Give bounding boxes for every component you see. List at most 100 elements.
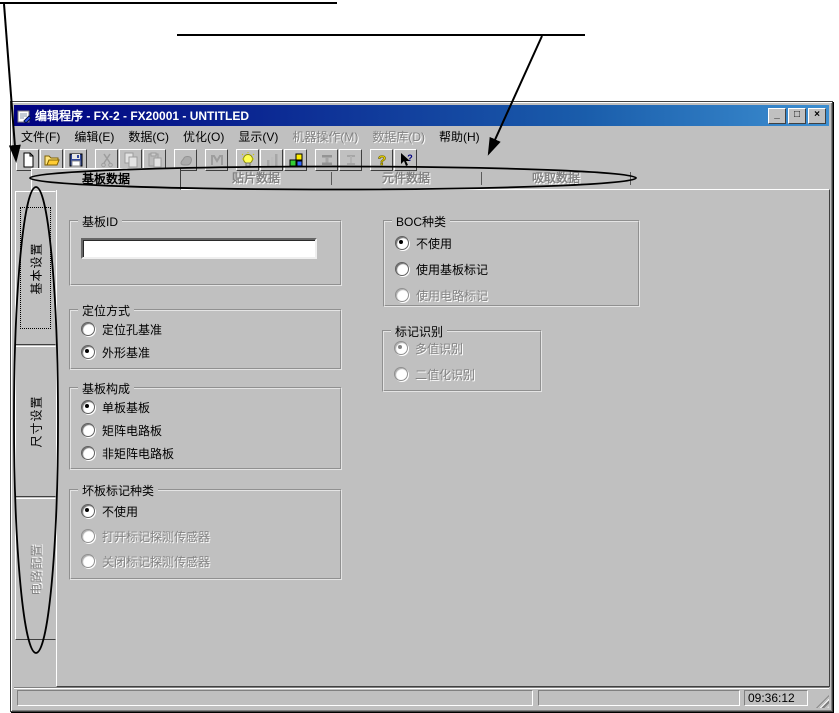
tab-pickup-data: 吸取数据 <box>481 168 631 190</box>
new-document-icon <box>23 152 33 167</box>
status-message-panel <box>17 690 533 706</box>
radio-use-board-mark[interactable]: 使用基板标记 <box>395 261 488 277</box>
minimize-button[interactable]: _ <box>768 107 786 124</box>
copy-icon <box>124 152 137 167</box>
save-icon <box>69 153 82 166</box>
radio-icon <box>81 423 95 437</box>
radio-icon <box>394 367 408 381</box>
radio-icon <box>81 504 95 518</box>
status-clock-panel: 09:36:12 <box>744 690 808 706</box>
screenshot-root: { "colors": { "chrome": "#c0c0c0", "titl… <box>0 0 839 713</box>
download-icon <box>179 155 192 166</box>
board-id-group-label: 基板ID <box>78 213 123 230</box>
side-tab-circuit-config: 电路配置 <box>15 498 56 640</box>
tab-board-data[interactable]: 基板数据 <box>31 168 181 190</box>
radio-label: 关闭标记探测传感器 <box>102 554 211 569</box>
cut-icon <box>100 153 113 167</box>
radio-icon <box>81 446 95 460</box>
context-help-icon: ? <box>400 152 413 166</box>
radio-icon <box>81 554 95 568</box>
window-title: 编辑程序 - FX-2 - FX20001 - UNTITLED <box>35 109 250 123</box>
tab-component-data: 元件数据 <box>331 168 481 190</box>
positioning-group-label: 定位方式 <box>78 302 135 319</box>
boc-type-group-label: BOC种类 <box>392 213 451 230</box>
side-tab-basic-settings[interactable]: 基本设置 <box>15 191 56 345</box>
radio-open-mark-sensor: 打开标记探测传感器 <box>81 528 210 544</box>
radio-outline-reference[interactable]: 外形基准 <box>81 344 150 360</box>
radio-bad-mark-not-used[interactable]: 不使用 <box>81 503 138 519</box>
binoculars-icon <box>210 154 223 165</box>
menu-database: 数据库(D) <box>372 129 425 144</box>
board-id-input[interactable] <box>81 238 317 259</box>
radio-boc-not-used[interactable]: 不使用 <box>395 235 452 251</box>
window-controls: _ □ × <box>768 107 826 124</box>
radio-label: 矩阵电路板 <box>102 423 163 438</box>
mark-recognition-group-label: 标记识别 <box>391 323 448 340</box>
lightbulb-icon <box>241 151 254 166</box>
menu-view[interactable]: 显示(V) <box>231 126 285 147</box>
radio-icon <box>394 341 408 355</box>
radio-non-matrix-board[interactable]: 非矩阵电路板 <box>81 445 174 461</box>
radio-icon <box>395 288 409 302</box>
radio-label: 使用电路标记 <box>416 288 489 303</box>
radio-label: 使用基板标记 <box>416 262 489 277</box>
radio-label: 不使用 <box>416 236 453 251</box>
title-bar[interactable]: 编辑程序 - FX-2 - FX20001 - UNTITLED _ □ × <box>14 105 829 126</box>
menu-machine-operation: 机器操作(M) <box>292 129 359 144</box>
menu-bar: 文件(F) 编辑(E) 数据(C) 优化(O) 显示(V) 机器操作(M) 数据… <box>14 126 829 146</box>
board-id-group: 基板ID <box>69 213 342 286</box>
status-bar: 09:36:12 <box>14 688 829 708</box>
resize-grip-icon[interactable] <box>816 695 829 708</box>
radio-use-circuit-mark: 使用电路标记 <box>395 287 488 303</box>
bad-mark-group: 坏板标记种类 不使用 打开标记探测传感器 关闭标记探测传感器 <box>69 482 342 580</box>
radio-label: 定位孔基准 <box>102 322 163 337</box>
board-structure-group: 基板构成 单板基板 矩阵电路板 非矩阵电路板 <box>69 380 342 470</box>
radio-matrix-board[interactable]: 矩阵电路板 <box>81 422 162 438</box>
svg-text:?: ? <box>377 152 386 168</box>
menu-file[interactable]: 文件(F) <box>14 126 67 147</box>
paste-icon <box>148 152 161 167</box>
radio-icon <box>395 262 409 276</box>
app-icon <box>17 110 31 123</box>
blocks-icon <box>289 153 302 166</box>
statistics-icon <box>266 153 277 166</box>
menu-edit[interactable]: 编辑(E) <box>67 126 121 147</box>
beam-tool-icon <box>321 154 332 165</box>
positioning-group: 定位方式 定位孔基准 外形基准 <box>69 302 342 370</box>
radio-hole-reference[interactable]: 定位孔基准 <box>81 321 162 337</box>
radio-icon <box>81 322 95 336</box>
bad-mark-group-label: 坏板标记种类 <box>78 482 159 499</box>
radio-label: 单板基板 <box>102 400 151 415</box>
maximize-button[interactable]: □ <box>788 107 806 124</box>
radio-icon <box>81 345 95 359</box>
radio-multi-value-recognition: 多值识别 <box>394 340 463 356</box>
boc-type-group: BOC种类 不使用 使用基板标记 使用电路标记 <box>383 213 640 307</box>
radio-label: 多值识别 <box>415 341 464 356</box>
ibeam-tool-icon <box>346 154 355 165</box>
svg-text:?: ? <box>407 153 413 163</box>
board-structure-group-label: 基板构成 <box>78 380 135 397</box>
app-window: 编辑程序 - FX-2 - FX20001 - UNTITLED _ □ × 文… <box>10 101 833 712</box>
menu-optimize[interactable]: 优化(O) <box>176 126 231 147</box>
side-tab-size-settings[interactable]: 尺寸设置 <box>15 346 56 497</box>
radio-single-board[interactable]: 单板基板 <box>81 399 150 415</box>
radio-icon <box>395 236 409 250</box>
open-folder-icon <box>44 155 60 165</box>
radio-icon <box>81 529 95 543</box>
radio-label: 打开标记探测传感器 <box>102 529 211 544</box>
status-info-panel <box>538 690 740 706</box>
page-tab-strip: 基板数据 贴片数据 元件数据 吸取数据 <box>31 168 631 190</box>
radio-label: 非矩阵电路板 <box>102 446 175 461</box>
board-data-panel: 基板ID 定位方式 定位孔基准 外形基准 基板构成 单板基板 矩阵电路板 非矩阵… <box>56 189 830 687</box>
mark-recognition-group: 标记识别 多值识别 二值化识别 <box>382 323 542 392</box>
side-tab-label: 基本设置 <box>29 241 44 295</box>
radio-binary-recognition: 二值化识别 <box>394 366 475 382</box>
menu-data[interactable]: 数据(C) <box>121 126 176 147</box>
radio-label: 外形基准 <box>102 345 151 360</box>
side-tab-label: 电路配置 <box>29 542 44 596</box>
side-tab-label: 尺寸设置 <box>29 395 44 448</box>
menu-help[interactable]: 帮助(H) <box>432 126 487 147</box>
radio-close-mark-sensor: 关闭标记探测传感器 <box>81 553 210 569</box>
close-button[interactable]: × <box>808 107 826 124</box>
radio-label: 二值化识别 <box>415 367 476 382</box>
